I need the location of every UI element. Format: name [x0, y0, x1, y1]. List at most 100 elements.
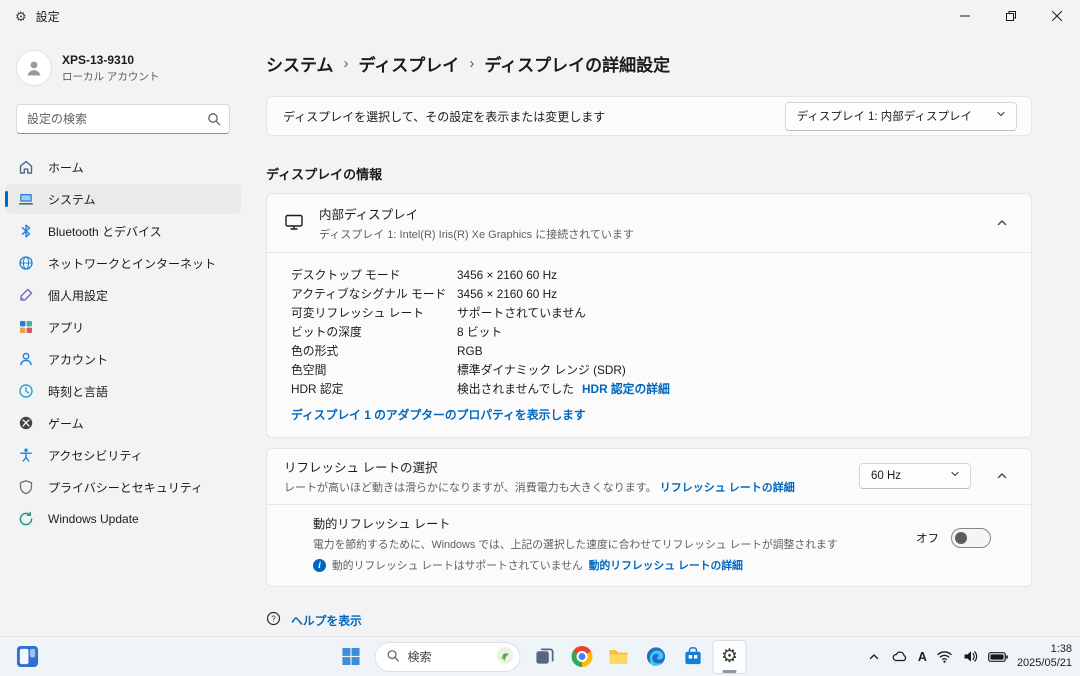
dynamic-refresh-desc: 電力を節約するために、Windows では、上記の選択した速度に合わせてリフレッ…	[313, 536, 916, 552]
sidebar-item-time-language[interactable]: 時刻と言語	[5, 376, 241, 406]
accounts-icon	[18, 351, 34, 367]
adapter-properties-link[interactable]: ディスプレイ 1 のアダプターのプロパティを表示します	[291, 408, 586, 422]
detail-row-color-space: 色空間 標準ダイナミック レンジ (SDR)	[291, 361, 1015, 380]
refresh-rate-desc: レートが高いほど動きは滑らかになりますが、消費電力も大きくなります。	[284, 482, 657, 494]
detail-label: HDR 認定	[291, 380, 457, 399]
detail-row-desktop-mode: デスクトップ モード 3456 × 2160 60 Hz	[291, 266, 1015, 285]
edge-icon[interactable]	[639, 640, 673, 674]
toggle-state-label: オフ	[916, 530, 939, 546]
task-view-button[interactable]	[528, 640, 562, 674]
sidebar-item-apps[interactable]: アプリ	[5, 312, 241, 342]
display-selector-dropdown[interactable]: ディスプレイ 1: 内部ディスプレイ	[785, 102, 1017, 131]
detail-value: サポートされていません	[457, 304, 1015, 323]
sidebar-item-privacy[interactable]: プライバシーとセキュリティ	[5, 472, 241, 502]
settings-search-input[interactable]	[16, 104, 230, 134]
sidebar-item-windows-update[interactable]: Windows Update	[5, 504, 241, 534]
detail-label: 可変リフレッシュ レート	[291, 304, 457, 323]
ime-indicator[interactable]: A	[918, 650, 927, 664]
sidebar-item-label: アクセシビリティ	[48, 447, 143, 464]
detail-value: 3456 × 2160 60 Hz	[457, 285, 1015, 304]
sidebar-item-accessibility[interactable]: アクセシビリティ	[5, 440, 241, 470]
collapse-display-info-button[interactable]	[987, 208, 1017, 238]
breadcrumb-system[interactable]: システム	[266, 51, 334, 76]
detail-row-variable-refresh: 可変リフレッシュ レート サポートされていません	[291, 304, 1015, 323]
display-selector-value: ディスプレイ 1: 内部ディスプレイ	[797, 108, 972, 124]
onedrive-icon[interactable]	[891, 648, 909, 666]
taskbar-search[interactable]: 検索	[375, 642, 521, 672]
taskbar: 検索 ⚙ A	[0, 636, 1080, 676]
detail-value: 8 ビット	[457, 323, 1015, 342]
detail-row-color-format: 色の形式 RGB	[291, 342, 1015, 361]
settings-search	[16, 104, 230, 134]
refresh-rate-dropdown[interactable]: 60 Hz	[859, 463, 971, 489]
home-icon	[18, 159, 34, 175]
minimize-button[interactable]	[942, 0, 988, 32]
monitor-icon	[284, 212, 304, 235]
window-controls	[942, 0, 1080, 32]
sidebar-item-label: 個人用設定	[48, 287, 108, 304]
detail-value: RGB	[457, 342, 1015, 361]
close-button[interactable]	[1034, 0, 1080, 32]
sidebar-item-personalization[interactable]: 個人用設定	[5, 280, 241, 310]
detail-value: 3456 × 2160 60 Hz	[457, 266, 1015, 285]
battery-icon[interactable]	[988, 648, 1008, 666]
breadcrumb-display[interactable]: ディスプレイ	[359, 51, 460, 76]
internal-display-title: 内部ディスプレイ	[319, 204, 634, 223]
account-type: ローカル アカウント	[62, 69, 159, 84]
sidebar-item-system[interactable]: システム	[5, 184, 241, 214]
tray-chevron-up-icon[interactable]	[866, 648, 882, 666]
search-icon	[387, 649, 400, 665]
sidebar-item-label: Bluetooth とデバイス	[48, 223, 162, 240]
personalization-icon	[18, 287, 34, 303]
settings-taskbar-button[interactable]: ⚙	[713, 640, 747, 674]
sidebar-item-home[interactable]: ホーム	[5, 152, 241, 182]
search-highlight-icon	[496, 646, 515, 668]
detail-value: 検出されませんでした	[457, 380, 574, 399]
collapse-refresh-rate-button[interactable]	[987, 461, 1017, 491]
display-selector-card: ディスプレイを選択して、その設定を表示または変更します ディスプレイ 1: 内部…	[266, 96, 1032, 136]
get-help-link[interactable]: ? ヘルプを表示	[266, 611, 1032, 629]
settings-app-icon: ⚙	[15, 10, 27, 23]
detail-label: アクティブなシグナル モード	[291, 285, 457, 304]
system-tray: A 1:38 2025/05/21	[866, 643, 1072, 670]
hdr-certification-details-link[interactable]: HDR 認定の詳細	[582, 380, 670, 399]
sidebar-item-gaming[interactable]: ゲーム	[5, 408, 241, 438]
apps-icon	[18, 319, 34, 335]
chrome-icon[interactable]	[565, 640, 599, 674]
restore-button[interactable]	[988, 0, 1034, 32]
start-button[interactable]	[334, 640, 368, 674]
account-block[interactable]: XPS-13-9310 ローカル アカウント	[0, 46, 246, 90]
dynamic-refresh-toggle[interactable]	[951, 528, 991, 548]
sidebar-item-label: ネットワークとインターネット	[48, 255, 216, 272]
sidebar-item-label: 時刻と言語	[48, 383, 108, 400]
sidebar-item-accounts[interactable]: アカウント	[5, 344, 241, 374]
file-explorer-button[interactable]	[602, 640, 636, 674]
wifi-icon[interactable]	[936, 648, 953, 666]
widgets-button[interactable]	[10, 640, 44, 674]
sidebar-item-bluetooth[interactable]: Bluetooth とデバイス	[5, 216, 241, 246]
avatar	[16, 50, 52, 86]
detail-label: デスクトップ モード	[291, 266, 457, 285]
display-selector-label: ディスプレイを選択して、その設定を表示または変更します	[283, 108, 605, 125]
dynamic-refresh-details-link[interactable]: 動的リフレッシュ レートの詳細	[589, 557, 743, 573]
display-info-header[interactable]: 内部ディスプレイ ディスプレイ 1: Intel(R) Iris(R) Xe G…	[267, 194, 1031, 252]
refresh-rate-details-link[interactable]: リフレッシュ レートの詳細	[660, 482, 795, 494]
gaming-icon	[18, 415, 34, 431]
titlebar-app-identity: ⚙ 設定	[0, 0, 60, 25]
clock-time: 1:38	[1017, 643, 1072, 657]
breadcrumb-separator: ›	[469, 55, 474, 72]
dynamic-refresh-rate-row: 動的リフレッシュ レート 電力を節約するために、Windows では、上記の選択…	[267, 505, 1031, 586]
main-content: システム › ディスプレイ › ディスプレイの詳細設定 ディスプレイを選択して、…	[246, 36, 1080, 636]
get-help-label: ヘルプを表示	[291, 612, 362, 629]
detail-label: 色の形式	[291, 342, 457, 361]
detail-row-active-signal-mode: アクティブなシグナル モード 3456 × 2160 60 Hz	[291, 285, 1015, 304]
detail-label: ビットの深度	[291, 323, 457, 342]
dynamic-refresh-status: 動的リフレッシュ レートはサポートされていません	[332, 557, 583, 573]
volume-icon[interactable]	[962, 648, 979, 666]
search-icon	[207, 112, 221, 129]
sidebar-item-label: ゲーム	[48, 415, 84, 432]
sidebar-item-network[interactable]: ネットワークとインターネット	[5, 248, 241, 278]
taskbar-clock[interactable]: 1:38 2025/05/21	[1017, 643, 1072, 670]
display-info-card: 内部ディスプレイ ディスプレイ 1: Intel(R) Iris(R) Xe G…	[266, 193, 1032, 438]
store-icon[interactable]	[676, 640, 710, 674]
